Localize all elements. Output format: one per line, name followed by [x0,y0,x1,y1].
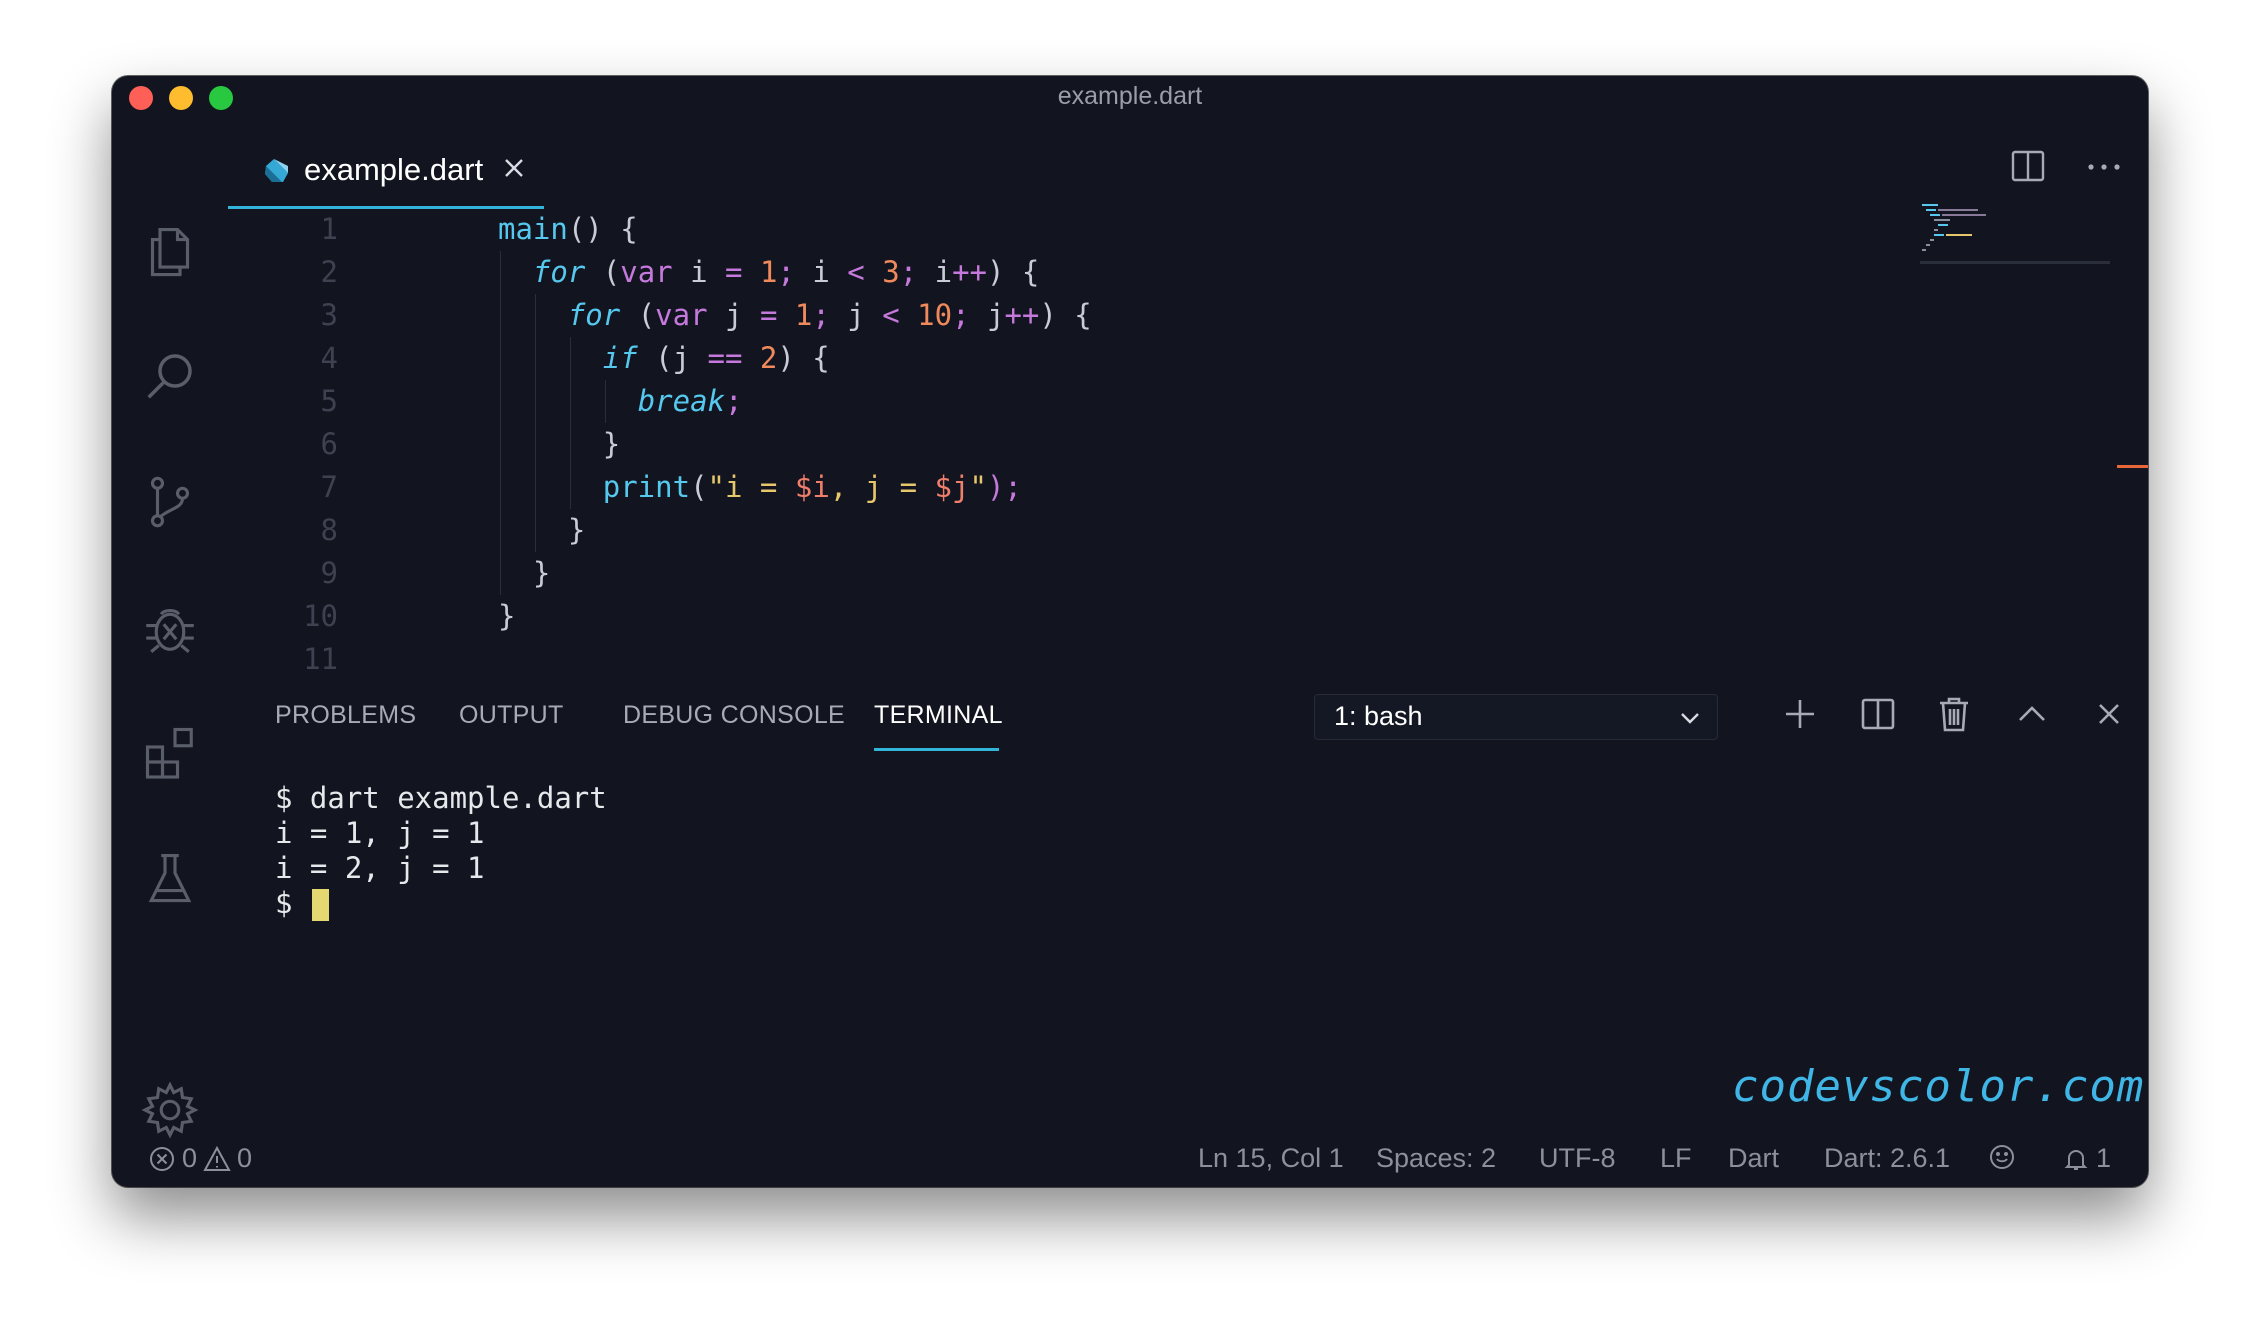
code-text: } [498,556,551,590]
code-line: 1 main() { [228,208,1828,251]
code-text: for (var i = 1; i < 3; i++) { [532,255,1040,289]
editor-window: example.dart example.dart 1 main() {2 f… [112,76,2148,1187]
code-line: 6 } [228,423,1828,466]
line-number: 9 [320,556,338,590]
terminal-line: $ dart example.dart [275,781,607,815]
line-number: 4 [320,341,338,375]
terminal-select[interactable]: 1: bash [1314,694,1718,740]
close-panel-icon[interactable] [2085,690,2133,738]
code-line: 2 for (var i = 1; i < 3; i++) { [228,251,1828,294]
code-text: } [498,427,621,461]
search-icon[interactable] [138,344,202,408]
code-line: 7 print("i = $i, j = $j"); [228,466,1828,509]
bell-icon [2064,1149,2088,1170]
chevron-down-icon [1681,713,1699,724]
active-tab-indicator [874,748,999,751]
line-number: 7 [320,470,338,504]
dart-icon [265,159,288,182]
status-bar: 0 0 Ln 15, Col 1 Spaces: 2 UTF-8 LF Dart… [112,1131,2148,1187]
split-terminal-icon[interactable] [1854,690,1902,738]
code-line: 4 if (j == 2) { [228,337,1828,380]
tab-problems[interactable]: PROBLEMS [275,701,416,730]
code-line: 11 [228,638,1828,681]
trash-icon[interactable] [1930,690,1978,738]
debug-icon[interactable] [138,596,202,660]
tab-terminal[interactable]: TERMINAL [874,701,1003,730]
source-control-icon[interactable] [138,470,202,534]
editor-tab[interactable]: example.dart [228,136,544,209]
line-number: 3 [320,298,338,332]
code-text: } [498,513,586,547]
code-text: for (var j = 1; j < 10; j++) { [567,298,1092,332]
encoding[interactable]: UTF-8 [1539,1143,1616,1174]
cursor-position[interactable]: Ln 15, Col 1 [1198,1143,1344,1174]
tab-label: example.dart [304,152,484,187]
title-bar: example.dart [112,76,2148,122]
code-text: break; [637,384,743,418]
terminal-line: i = 1, j = 1 [275,816,485,850]
window-title: example.dart [1057,82,1203,110]
notification-count: 1 [2096,1143,2112,1173]
code-line: 8 } [228,509,1828,552]
language-mode[interactable]: Dart [1728,1143,1779,1174]
code-text: if (j == 2) { [602,341,830,375]
files-icon[interactable] [138,220,202,284]
warning-icon [203,1145,231,1171]
tab-debug-console[interactable]: DEBUG CONSOLE [623,701,845,730]
end-of-line[interactable]: LF [1660,1143,1692,1174]
scrollbar-marker [2117,465,2148,468]
code-line: 9 } [228,552,1828,595]
terminal-prompt-line: $ [275,886,607,921]
chevron-up-icon[interactable] [2008,690,2056,738]
code-text: } [498,599,516,633]
plus-icon[interactable] [1776,690,1824,738]
flask-icon[interactable] [138,846,202,910]
line-number: 2 [320,255,338,289]
code-line: 10} [228,595,1828,638]
code-line: 3 for (var j = 1; j < 10; j++) { [228,294,1828,337]
line-number: 5 [320,384,338,418]
error-count: 0 [182,1143,198,1173]
error-icon [150,1146,174,1171]
split-editor-icon[interactable] [2006,144,2050,188]
code-text: print("i = $i, j = $j"); [602,470,1022,504]
terminal-cursor [311,889,329,921]
sdk-version[interactable]: Dart: 2.6.1 [1824,1143,1950,1174]
terminal-select-value: 1: bash [1334,701,1423,731]
line-number: 6 [320,427,338,461]
indentation[interactable]: Spaces: 2 [1376,1143,1496,1174]
terminal-prompt: $ [275,886,310,920]
more-actions-icon[interactable] [2082,144,2126,188]
line-number: 10 [303,599,338,633]
code-text: main() { [498,212,638,246]
tab-output[interactable]: OUTPUT [459,701,564,730]
close-icon[interactable] [498,152,530,184]
code-editor[interactable]: 1 main() { 2 for (var i = 1; i < 3; i++) {… [228,206,2028,756]
feedback-icon[interactable] [1988,1143,2016,1171]
watermark: codevscolor.com [1732,1061,2145,1112]
terminal-output[interactable]: $ dart example.dart i = 1, j = 1 i = 2, … [275,781,607,921]
problems-status[interactable]: 0 0 [148,1143,252,1174]
code-line: 5 break; [228,380,1828,423]
line-number: 11 [303,642,338,676]
notifications[interactable]: 1 [2062,1143,2111,1174]
line-number: 1 [320,212,338,246]
warning-count: 0 [237,1143,253,1173]
line-number: 8 [320,513,338,547]
activity-bar [112,122,228,1187]
terminal-line: i = 2, j = 1 [275,851,485,885]
extensions-icon[interactable] [138,720,202,784]
